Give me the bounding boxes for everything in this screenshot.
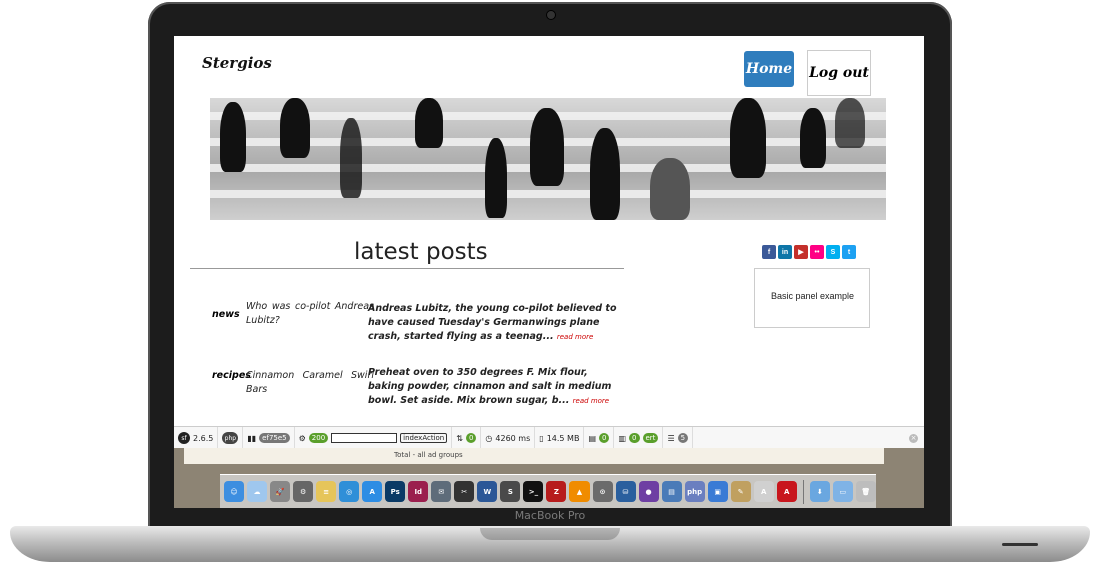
preview-icon[interactable]: ▣ bbox=[707, 481, 728, 502]
base-notch bbox=[480, 528, 620, 540]
book-icon: ▥ bbox=[618, 433, 627, 443]
request-token[interactable]: ▮▮ ef75e5 bbox=[243, 427, 295, 449]
social-links: f in ▶ •• St bbox=[762, 245, 856, 259]
app-store-icon[interactable]: A bbox=[362, 481, 383, 502]
safari-icon[interactable]: ◎ bbox=[339, 481, 360, 502]
clipboard-icon: ▤ bbox=[588, 433, 596, 443]
memory[interactable]: ▯ 14.5 MB bbox=[535, 427, 585, 449]
events[interactable]: ☰ 5 bbox=[663, 427, 694, 449]
read-more-link[interactable]: read more bbox=[573, 397, 609, 405]
timer[interactable]: ◷ 4260 ms bbox=[481, 427, 536, 449]
debug-toolbar: sf 2.6.5 php ▮▮ ef75e5 ⚙ 200 indexAction ⇅ 0 … bbox=[174, 426, 924, 450]
pencil-icon[interactable]: ✎ bbox=[730, 481, 751, 502]
acrobat-pro-icon[interactable]: A bbox=[776, 481, 797, 502]
post-title[interactable]: Who was co-pilot Andreas Lubitz? bbox=[246, 300, 374, 328]
twitter-icon[interactable]: t bbox=[842, 245, 856, 259]
route-box bbox=[331, 433, 398, 443]
post-title[interactable]: Cinnamon Caramel Swirl Bars bbox=[246, 369, 374, 397]
post-excerpt: Preheat oven to 350 degrees F. Mix flour… bbox=[368, 367, 612, 406]
downloads-icon[interactable]: ⬇ bbox=[809, 481, 830, 502]
github-icon[interactable]: ● bbox=[638, 481, 659, 502]
documents-icon[interactable]: ▭ bbox=[832, 481, 853, 502]
forms[interactable]: ▤ 0 bbox=[584, 427, 615, 449]
indesign-icon[interactable]: Id bbox=[408, 481, 429, 502]
screen: Stergios Home Log out latest posts news … bbox=[174, 36, 924, 508]
site-title[interactable]: Stergios bbox=[202, 54, 272, 72]
system-prefs-icon[interactable]: ⚙ bbox=[293, 481, 314, 502]
panel-text: Basic panel example bbox=[771, 291, 855, 301]
trash-icon[interactable]: 🗑 bbox=[855, 481, 876, 502]
terminal-icon[interactable]: >_ bbox=[523, 481, 544, 502]
vlc-icon[interactable]: ▲ bbox=[569, 481, 590, 502]
latest-posts-heading: latest posts bbox=[354, 239, 488, 265]
sequel-pro-icon[interactable]: ▤ bbox=[661, 481, 682, 502]
symfony-logo-icon: sf bbox=[178, 432, 190, 444]
notes-icon[interactable]: ≡ bbox=[316, 481, 337, 502]
list-icon: ☰ bbox=[667, 433, 675, 443]
controller-action: indexAction bbox=[400, 433, 448, 443]
launchpad-icon[interactable]: 🚀 bbox=[270, 481, 291, 502]
mail-icon[interactable]: ✉ bbox=[431, 481, 452, 502]
post-excerpt: Andreas Lubitz, the young co-pilot belie… bbox=[368, 303, 617, 342]
clock-icon: ◷ bbox=[485, 433, 493, 443]
translations[interactable]: ▥ 0 ert bbox=[614, 427, 664, 449]
transmission-icon[interactable]: ⊙ bbox=[592, 481, 613, 502]
logout-button[interactable]: Log out bbox=[807, 50, 871, 96]
list-item: news Who was co-pilot Andreas Lubitz? An… bbox=[190, 300, 624, 342]
flickr-icon[interactable]: •• bbox=[810, 245, 824, 259]
word-icon[interactable]: W bbox=[477, 481, 498, 502]
list-item: recipes Cinnamon Caramel Swirl Bars Preh… bbox=[190, 366, 624, 406]
facebook-icon[interactable]: f bbox=[762, 245, 776, 259]
users-icon: ▮▮ bbox=[247, 433, 257, 443]
gear-icon: ⚙ bbox=[298, 433, 306, 443]
divider bbox=[190, 268, 624, 269]
php-logo-icon: php bbox=[222, 432, 239, 444]
background-window: Total - all ad groups bbox=[184, 448, 884, 464]
post-category[interactable]: news bbox=[212, 309, 240, 320]
php-storm-icon[interactable]: php bbox=[684, 481, 705, 502]
base-slot bbox=[1002, 543, 1038, 546]
symfony-version[interactable]: sf 2.6.5 bbox=[174, 427, 219, 449]
arrows-icon: ⇅ bbox=[456, 433, 463, 443]
home-button[interactable]: Home bbox=[744, 51, 794, 87]
acrobat-icon[interactable]: A bbox=[753, 481, 774, 502]
ajax-requests[interactable]: ⇅ 0 bbox=[452, 427, 482, 449]
read-more-link[interactable]: read more bbox=[557, 333, 593, 341]
security-badge: ert bbox=[642, 433, 659, 443]
brand-label: MacBook Pro bbox=[514, 509, 586, 522]
php-info[interactable]: php bbox=[218, 427, 244, 449]
filezilla-icon[interactable]: Z bbox=[546, 481, 567, 502]
icloud-icon[interactable]: ☁ bbox=[247, 481, 268, 502]
sublime-icon[interactable]: S bbox=[500, 481, 521, 502]
request-status[interactable]: ⚙ 200 indexAction bbox=[295, 427, 453, 449]
memory-icon: ▯ bbox=[539, 433, 544, 443]
linkedin-icon[interactable]: in bbox=[778, 245, 792, 259]
youtube-icon[interactable]: ▶ bbox=[794, 245, 808, 259]
basic-panel: Basic panel example bbox=[754, 268, 870, 328]
dock: ☺ ☁ 🚀 ⚙ ≡ ◎ A Ps Id ✉ ✂ W S >_ Z ▲ ⊙ ⛁ ● ▤ php ▣ ✎ A A ⬇ ▭ 🗑 bbox=[220, 474, 876, 508]
photoshop-icon[interactable]: Ps bbox=[385, 481, 406, 502]
finder-icon[interactable]: ☺ bbox=[224, 481, 245, 502]
close-icon[interactable]: × bbox=[909, 433, 918, 443]
final-cut-icon[interactable]: ✂ bbox=[454, 481, 475, 502]
banner-image bbox=[210, 98, 886, 220]
mysql-workbench-icon[interactable]: ⛁ bbox=[615, 481, 636, 502]
skype-icon[interactable]: S bbox=[826, 245, 840, 259]
dock-separator bbox=[802, 479, 804, 504]
camera-icon bbox=[546, 10, 556, 20]
